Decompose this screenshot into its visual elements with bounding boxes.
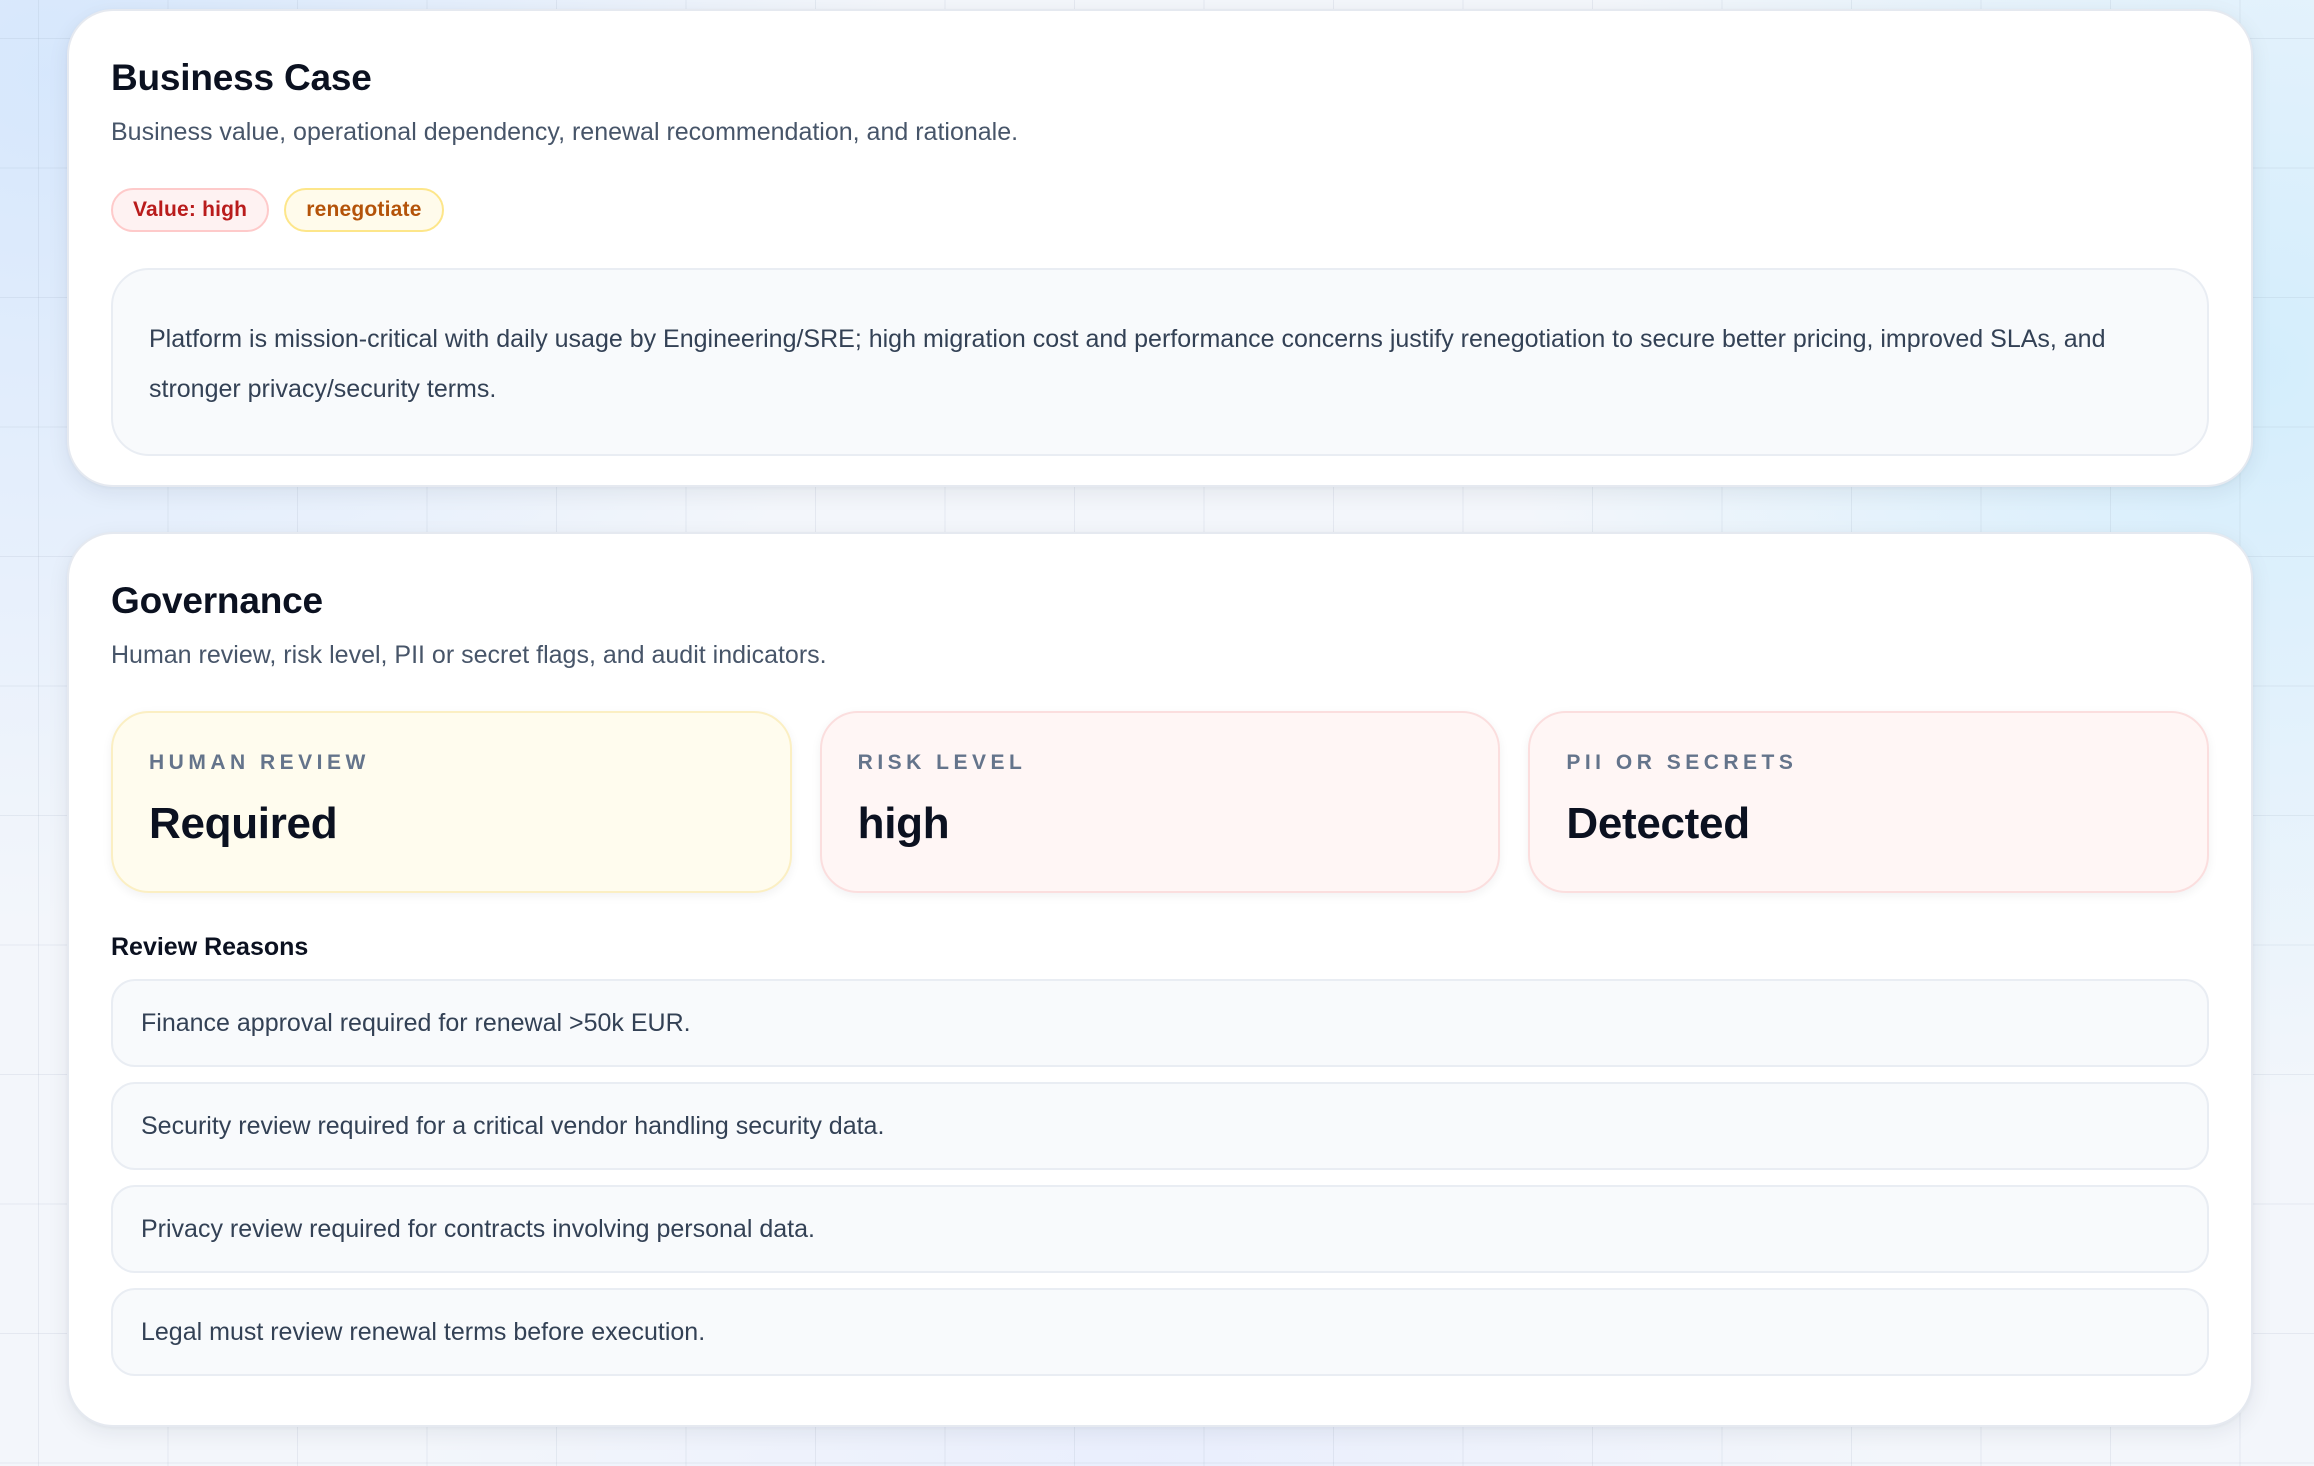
business-case-title: Business Case xyxy=(111,57,372,98)
pii-secrets-label: PII OR SECRETS xyxy=(1566,751,1798,775)
value-badge: Value: high xyxy=(111,188,270,233)
governance-title: Governance xyxy=(111,580,323,621)
pii-secrets-stat: PII OR SECRETS Detected xyxy=(1528,711,2210,894)
recommendation-badge: renegotiate xyxy=(284,188,444,233)
risk-level-label: RISK LEVEL xyxy=(857,751,1027,775)
review-reason-item: Finance approval required for renewal >5… xyxy=(111,979,2209,1068)
review-reason-item: Legal must review renewal terms before e… xyxy=(111,1288,2209,1377)
review-reasons-title: Review Reasons xyxy=(111,933,309,962)
review-reason-item: Privacy review required for contracts in… xyxy=(111,1185,2209,1274)
human-review-label: HUMAN REVIEW xyxy=(149,751,370,775)
human-review-stat: HUMAN REVIEW Required xyxy=(111,711,792,894)
risk-level-stat: RISK LEVEL high xyxy=(819,711,1501,894)
review-reason-item: Security review required for a critical … xyxy=(111,1082,2209,1171)
governance-subtitle: Human review, risk level, PII or secret … xyxy=(111,640,827,669)
business-case-card: Business Case Business value, operationa… xyxy=(67,9,2253,487)
rationale-text: Platform is mission-critical with daily … xyxy=(111,268,2209,457)
pii-secrets-value: Detected xyxy=(1566,799,1750,849)
review-reasons-list: Finance approval required for renewal >5… xyxy=(111,979,2209,1377)
human-review-value: Required xyxy=(149,799,338,849)
governance-card: Governance Human review, risk level, PII… xyxy=(67,532,2253,1427)
risk-level-value: high xyxy=(857,799,950,849)
governance-stats: HUMAN REVIEW Required RISK LEVEL high PI… xyxy=(111,711,2210,894)
business-case-subtitle: Business value, operational dependency, … xyxy=(111,117,1019,146)
business-case-badges: Value: high renegotiate xyxy=(111,188,2209,233)
